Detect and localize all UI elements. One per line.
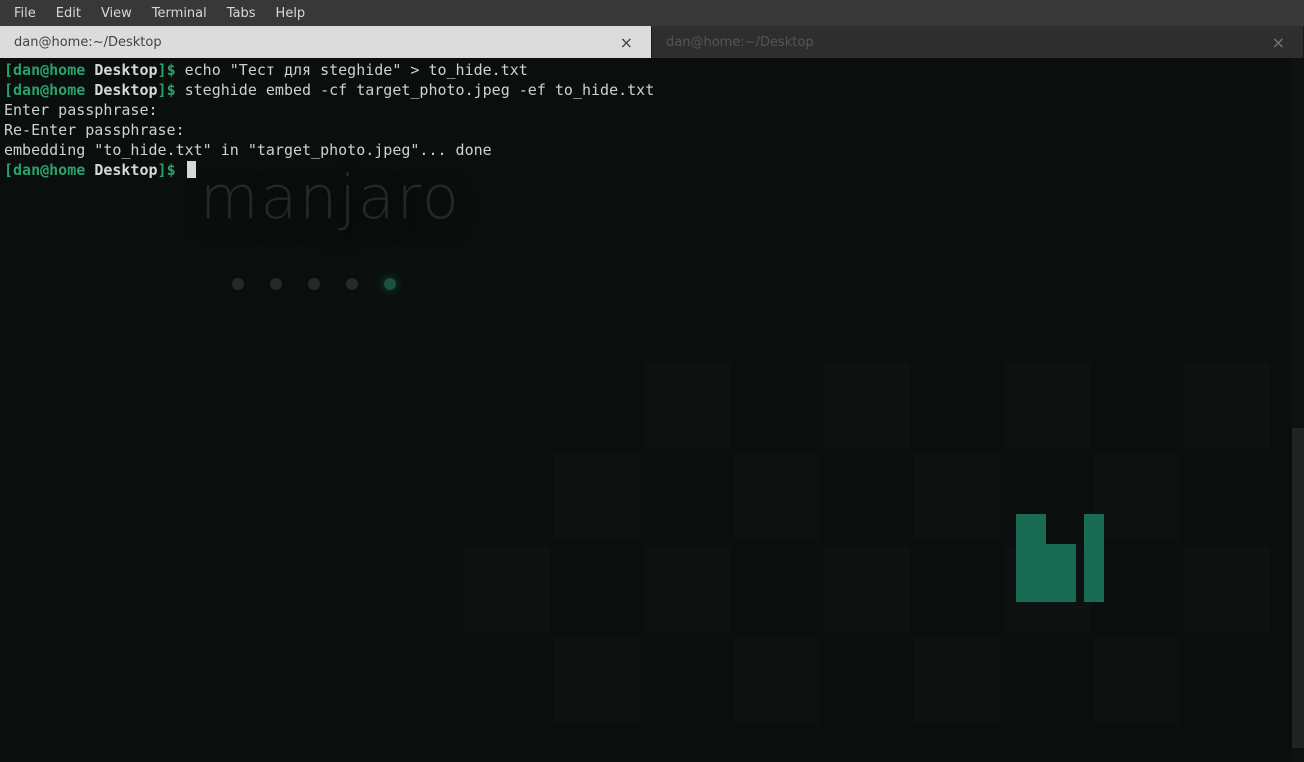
menu-terminal[interactable]: Terminal [142, 2, 217, 25]
menu-tabs[interactable]: Tabs [217, 2, 266, 25]
terminal-line: [dan@home Desktop]$ [4, 160, 1300, 180]
terminal-line: [dan@home Desktop]$ echo "Тест для stegh… [4, 60, 1300, 80]
menu-file[interactable]: File [4, 2, 46, 25]
terminal-line: Re-Enter passphrase: [4, 120, 1300, 140]
manjaro-logo-icon [1016, 514, 1104, 602]
close-icon[interactable]: × [616, 33, 637, 52]
checker-pattern [404, 342, 1304, 762]
distro-watermark: manjaro [200, 188, 461, 208]
tab-title: dan@home:~/Desktop [14, 35, 162, 50]
terminal-line: [dan@home Desktop]$ steghide embed -cf t… [4, 80, 1300, 100]
tab-0[interactable]: dan@home:~/Desktop × [0, 26, 652, 58]
terminal-area[interactable]: manjaro [dan@home Desktop]$ ech [0, 58, 1304, 762]
scrollbar-thumb[interactable] [1292, 428, 1304, 748]
close-icon[interactable]: × [1268, 33, 1289, 52]
menu-help[interactable]: Help [266, 2, 316, 25]
terminal-content: [dan@home Desktop]$ echo "Тест для stegh… [4, 60, 1300, 180]
tab-1[interactable]: dan@home:~/Desktop × [652, 26, 1304, 58]
tab-title: dan@home:~/Desktop [666, 35, 814, 50]
loading-dots [232, 278, 396, 290]
tabbar: dan@home:~/Desktop × dan@home:~/Desktop … [0, 26, 1304, 58]
cursor [187, 161, 196, 178]
terminal-line: embedding "to_hide.txt" in "target_photo… [4, 140, 1300, 160]
menu-view[interactable]: View [91, 2, 142, 25]
menubar: File Edit View Terminal Tabs Help [0, 0, 1304, 26]
terminal-line: Enter passphrase: [4, 100, 1300, 120]
menu-edit[interactable]: Edit [46, 2, 91, 25]
